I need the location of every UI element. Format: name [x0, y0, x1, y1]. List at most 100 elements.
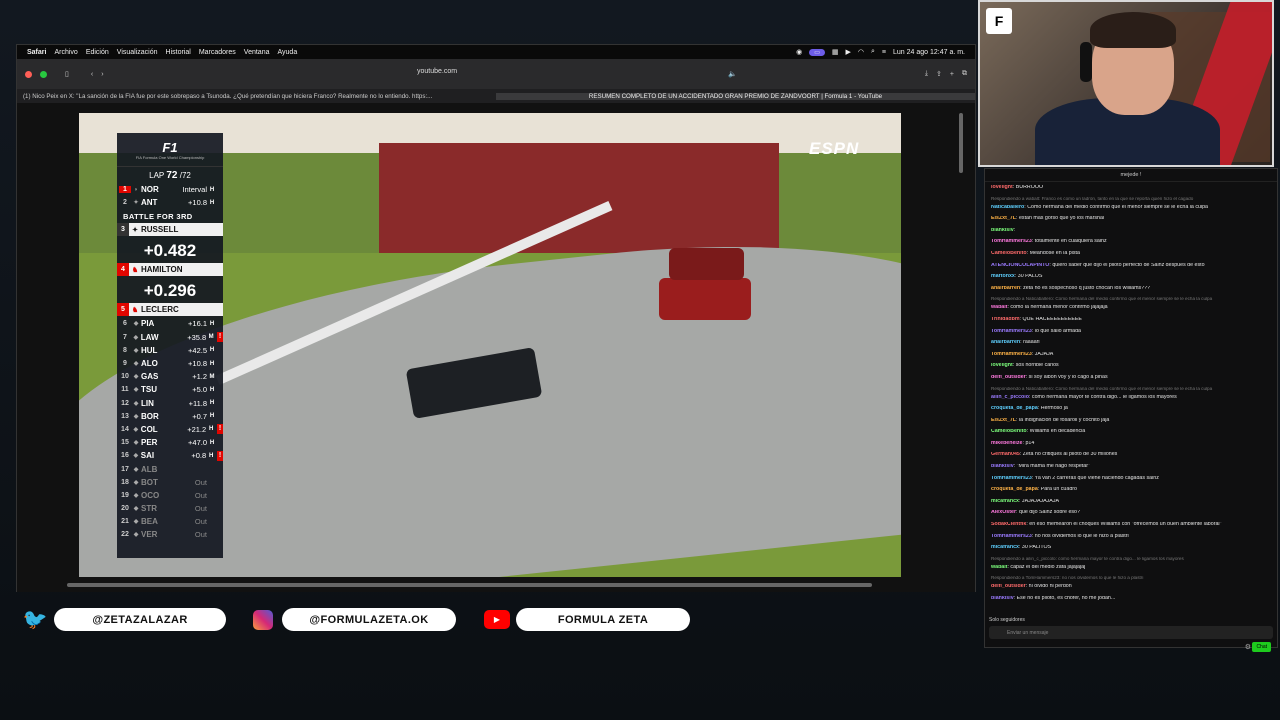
chat-username[interactable]: TomHammers23 — [991, 476, 1032, 481]
chat-message[interactable]: wabalt: como la hermana menor confirmo j… — [991, 305, 1271, 317]
menu-item[interactable]: Historial — [166, 49, 191, 56]
chat-username[interactable]: NaticabalIero — [991, 205, 1024, 210]
chat-message[interactable]: blanklslv: "Mirá mamá me hago respetar" — [991, 464, 1271, 476]
chat-username[interactable]: CameloBenito — [991, 429, 1027, 434]
chat-reply-context[interactable]: Respondiendo a ailin_c_piccolo: como her… — [991, 557, 1271, 565]
forward-icon[interactable]: › — [101, 71, 103, 78]
chat-username[interactable]: mikebeneize — [991, 441, 1023, 446]
search-icon[interactable]: ⌕ — [871, 48, 875, 56]
chat-message[interactable]: croqueta_de_papa: Para un cuadro — [991, 487, 1271, 499]
video-player[interactable]: ESPN F1 FIA Formula One World Championsh… — [79, 113, 901, 577]
chat-message[interactable]: martonxx: 30 PALOS — [991, 274, 1271, 286]
chat-send-button[interactable]: Chat — [1252, 642, 1271, 652]
chat-message[interactable]: lovelight: BURROOO — [991, 185, 1271, 197]
chat-username[interactable]: TomHammers23 — [991, 534, 1032, 539]
menu-clock[interactable]: Lun 24 ago 12:47 a. m. — [893, 49, 965, 56]
download-icon[interactable]: ⤓ — [925, 70, 928, 78]
chat-message[interactable]: TomHammers23: totalmente en cualquiera s… — [991, 239, 1271, 251]
chat-username[interactable]: Trinidadbm — [991, 317, 1020, 322]
chat-username[interactable]: TomHammers23 — [991, 239, 1032, 244]
chat-message[interactable]: micafrancx: 30 PALITOS — [991, 545, 1271, 557]
chat-username[interactable]: lovelight — [991, 185, 1013, 190]
menu-item[interactable]: Visualización — [117, 49, 158, 56]
chat-message[interactable]: blanklslv: — [991, 228, 1271, 240]
chat-reply-context[interactable]: Respondiendo a NaticabalIero: Como herma… — [991, 297, 1271, 305]
chat-username[interactable]: ATENCIONCOLAPINTO — [991, 263, 1049, 268]
tab-overview-icon[interactable]: ⧉ — [962, 70, 967, 78]
back-icon[interactable]: ‹ — [91, 71, 93, 78]
gear-icon[interactable]: ⚙ — [1245, 643, 1251, 651]
chat-reply-context[interactable]: Respondiendo a NaticabalIero: Como herma… — [991, 387, 1271, 395]
menu-item[interactable]: Edición — [86, 49, 109, 56]
chat-message[interactable]: ailin_c_piccolo: como hermana mayor te c… — [991, 395, 1271, 407]
chat-username[interactable]: delfi_outsider — [991, 584, 1026, 589]
chat-message[interactable]: NaticabalIero: Como hermana del medio co… — [991, 205, 1271, 217]
chat-message[interactable]: TomHammers23: no nos olvidemos lo que le… — [991, 534, 1271, 546]
chat-message[interactable]: ElsZxt_7L: estan mas gorso que yo los ma… — [991, 216, 1271, 228]
chat-message[interactable]: anairbarren: raaaari — [991, 340, 1271, 352]
control-center-icon[interactable]: ≡ — [882, 49, 886, 56]
chat-message[interactable]: anairbarren: zeta no es sospechoso q jus… — [991, 286, 1271, 298]
chat-message[interactable]: delfi_outsider: si soy albon voy y lo ca… — [991, 375, 1271, 387]
chat-username[interactable]: blanklslv — [991, 596, 1014, 601]
chat-username[interactable]: SodakClentfik — [991, 522, 1026, 527]
chat-username[interactable]: ailin_c_piccolo — [991, 395, 1029, 400]
menu-item[interactable]: Marcadores — [199, 49, 236, 56]
address-bar[interactable]: youtube.com — [417, 68, 457, 75]
chat-message[interactable]: wabalt: capaz el del medio zafa jajajaja… — [991, 565, 1271, 577]
sidebar-icon[interactable]: ▯ — [65, 70, 69, 78]
zoom-window-button[interactable] — [40, 70, 47, 78]
wifi-icon[interactable]: ◠ — [858, 48, 864, 56]
grid-icon[interactable]: ▦ — [832, 48, 839, 56]
chat-username[interactable]: micafrancx — [991, 545, 1019, 550]
chat-reply-context[interactable]: Respondiendo a wabalt: Franco es como un… — [991, 197, 1271, 205]
vertical-scrollbar[interactable] — [959, 113, 963, 173]
chat-username[interactable]: TomHammers23 — [991, 352, 1032, 357]
chat-username[interactable]: wabalt — [991, 565, 1007, 570]
play-icon[interactable]: ▶ — [845, 48, 850, 56]
chat-username[interactable]: blanklslv — [991, 464, 1014, 469]
chat-message[interactable]: lovelight: sos horrible carlos — [991, 363, 1271, 375]
chat-username[interactable]: AlexOster — [991, 510, 1016, 515]
screen-share-icon[interactable]: ▭ — [809, 48, 825, 56]
chat-username[interactable]: micafrancx — [991, 499, 1019, 504]
menu-item[interactable]: Archivo — [54, 49, 77, 56]
chat-username[interactable]: croqueta_de_papa — [991, 487, 1038, 492]
chat-username[interactable]: anairbarren — [991, 340, 1020, 345]
chat-message[interactable]: ATENCIONCOLAPINTO: quiero saber que dijo… — [991, 263, 1271, 275]
pinned-message[interactable]: mejede ! — [985, 169, 1277, 182]
chat-input[interactable]: Enviar un mensaje — [989, 626, 1273, 639]
menu-app-name[interactable]: Safari — [27, 49, 46, 56]
menu-item[interactable]: Ayuda — [277, 49, 297, 56]
chat-message[interactable]: TomHammers23: Ya van 2 carreras que vien… — [991, 476, 1271, 488]
chat-username[interactable]: German045 — [991, 452, 1020, 457]
chat-message[interactable]: croqueta_de_papa: Hermoso ja — [991, 406, 1271, 418]
chat-username[interactable]: CameloBenito — [991, 251, 1027, 256]
tab-youtube[interactable]: RESUMEN COMPLETO DE UN ACCIDENTADO GRAN … — [496, 92, 975, 100]
chat-username[interactable]: ElsZxt_7L — [991, 418, 1016, 423]
chat-message[interactable]: delfi_outsider: ni olvido ni perdon — [991, 584, 1271, 596]
chat-username[interactable]: delfi_outsider — [991, 375, 1026, 380]
chat-username[interactable]: ElsZxt_7L — [991, 216, 1016, 221]
chat-reply-context[interactable]: Respondiendo a TomHammers23: no nos olvi… — [991, 576, 1271, 584]
chat-message[interactable]: blanklslv: Ese no es piloto, es chofer, … — [991, 596, 1271, 608]
share-icon[interactable]: ⇪ — [936, 70, 942, 78]
new-tab-icon[interactable]: + — [950, 71, 954, 78]
chat-message[interactable]: mikebeneize: p14 — [991, 441, 1271, 453]
chat-message[interactable]: micafrancx: JAJAJAJAJAJA — [991, 499, 1271, 511]
chat-username[interactable]: croqueta_de_papa — [991, 406, 1038, 411]
chat-message[interactable]: ElsZxt_7L: la indignacion de fosaroli y … — [991, 418, 1271, 430]
chat-message[interactable]: AlexOster: que dijo Sainz sobre eso? — [991, 510, 1271, 522]
chat-username[interactable]: martonxx — [991, 274, 1015, 279]
chat-username[interactable]: TomHammers23 — [991, 329, 1032, 334]
chat-message[interactable]: CameloBenito: Meandose en la pista — [991, 251, 1271, 263]
chat-username[interactable]: anairbarren — [991, 286, 1020, 291]
tab-twitter[interactable]: (1) Nico Peix en X: "La sanción de la FI… — [17, 93, 496, 100]
audio-icon[interactable]: 🔈 — [728, 70, 737, 78]
chat-message[interactable]: TomHammers23: lo que salio armada — [991, 329, 1271, 341]
chat-message[interactable]: SodakClentfik: en eso memearon el choque… — [991, 522, 1271, 534]
chat-message[interactable]: German045: Zeta no critiques al piloto d… — [991, 452, 1271, 464]
close-window-button[interactable] — [25, 70, 32, 78]
chat-message[interactable]: Trinidadbm: QUE HACEEEEEEEEEE — [991, 317, 1271, 329]
chat-username[interactable]: wabalt — [991, 305, 1007, 310]
